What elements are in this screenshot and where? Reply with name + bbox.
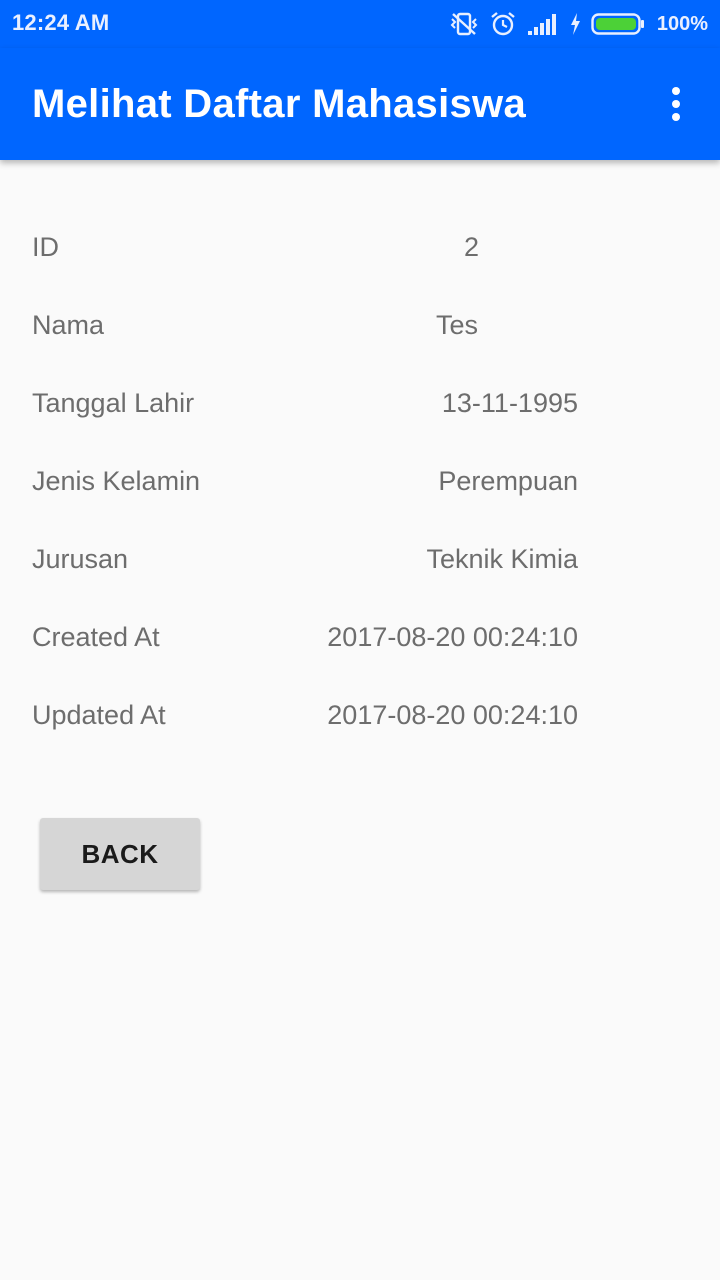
back-button[interactable]: BACK [40, 818, 200, 890]
menu-dot [672, 113, 680, 121]
detail-value: 2017-08-20 00:24:10 [327, 622, 578, 652]
detail-row-jenis-kelamin: Jenis Kelamin Perempuan [0, 446, 720, 524]
alarm-icon [489, 10, 517, 38]
detail-row-updated-at: Updated At 2017-08-20 00:24:10 [0, 680, 720, 758]
student-details: ID 2 Nama Tes Tanggal Lahir 13-11-1995 J… [0, 212, 720, 758]
page-title: Melihat Daftar Mahasiswa [32, 82, 527, 126]
app-bar: Melihat Daftar Mahasiswa [0, 48, 720, 160]
detail-value: 13-11-1995 [441, 388, 578, 418]
detail-label: Created At [32, 622, 160, 652]
status-bar: 12:24 AM 100% [0, 0, 720, 48]
detail-row-created-at: Created At 2017-08-20 00:24:10 [0, 602, 720, 680]
detail-label: Tanggal Lahir [32, 388, 195, 418]
detail-value: 2017-08-20 00:24:10 [327, 700, 578, 730]
detail-value: Teknik Kimia [426, 544, 578, 574]
detail-value: Tes [436, 310, 479, 340]
charging-icon [569, 12, 581, 36]
detail-value: Perempuan [438, 466, 578, 496]
detail-row-nama: Nama Tes [0, 290, 720, 368]
menu-dot [672, 87, 680, 95]
detail-value: 2 [464, 232, 480, 262]
battery-icon [591, 12, 645, 36]
detail-label: Jenis Kelamin [32, 466, 201, 496]
signal-icon [527, 12, 559, 36]
detail-label: Updated At [32, 700, 166, 730]
detail-label: Nama [32, 310, 105, 340]
menu-dot [672, 100, 680, 108]
vibrate-off-icon [449, 11, 479, 37]
detail-label: Jurusan [32, 544, 129, 574]
battery-percentage: 100% [656, 12, 708, 35]
more-vert-icon[interactable] [658, 82, 694, 126]
detail-label: ID [32, 232, 59, 262]
detail-row-jurusan: Jurusan Teknik Kimia [0, 524, 720, 602]
status-time: 12:24 AM [12, 10, 110, 35]
status-icons: 100% [449, 8, 708, 40]
detail-row-tanggal-lahir: Tanggal Lahir 13-11-1995 [0, 368, 720, 446]
detail-row-id: ID 2 [0, 212, 720, 290]
